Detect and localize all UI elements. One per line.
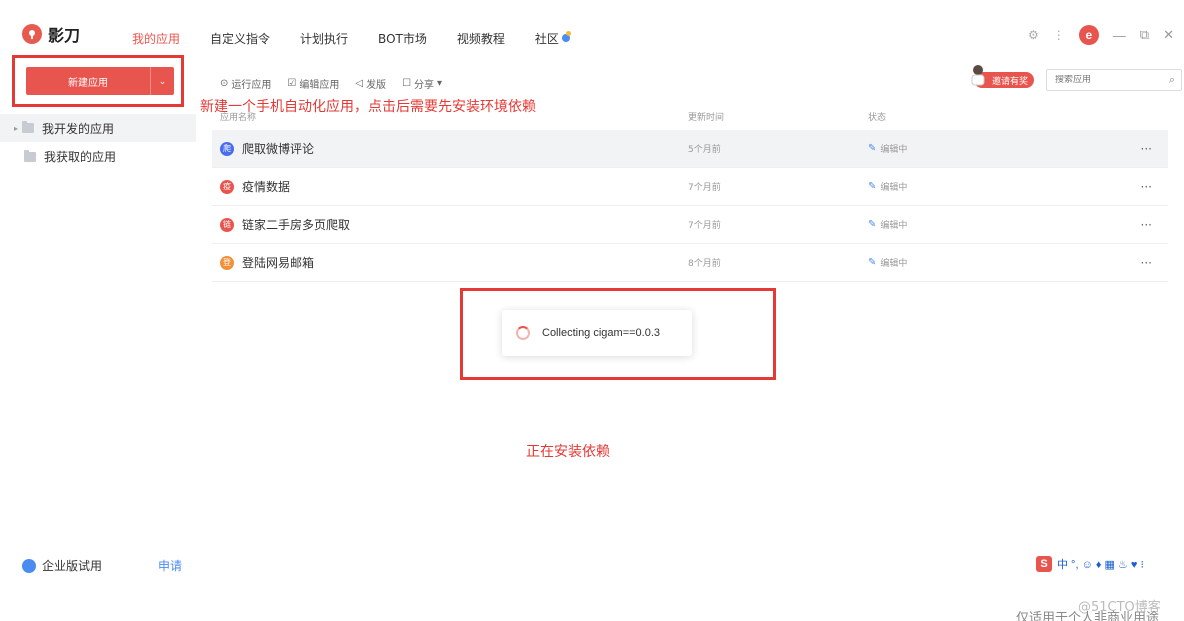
more-actions-icon[interactable]: ··· — [1118, 180, 1168, 194]
sidebar-item-my-obtained[interactable]: 我获取的应用 — [24, 148, 116, 165]
folder-icon — [22, 121, 35, 133]
more-actions-icon[interactable]: ··· — [1118, 256, 1168, 270]
share-button[interactable]: ☐ 分享 ▾ — [402, 76, 442, 91]
sidebar: 新建应用 ⌄ ▸ 我开发的应用 我获取的应用 — [0, 52, 196, 621]
enterprise-label: 企业版试用 — [42, 559, 103, 573]
status-cell: 编辑中 — [880, 183, 908, 193]
restore-button[interactable]: ⧉ — [1140, 27, 1149, 43]
search-box: ⌕ — [1046, 69, 1182, 91]
settings-gear-icon[interactable]: ⚙ — [1028, 28, 1039, 42]
sidebar-item-label: 我开发的应用 — [42, 121, 115, 136]
nav-community[interactable]: 社区 — [534, 30, 571, 47]
app-icon: 爬 — [220, 141, 234, 156]
status-cell: 编辑中 — [880, 221, 908, 231]
brand-logo-icon — [22, 24, 42, 44]
app-name-cell: 登陆网易邮箱 — [242, 256, 315, 270]
table-row[interactable]: 登登陆网易邮箱 8个月前 ✎ 编辑中 ··· — [212, 244, 1168, 282]
app-icon: 疫 — [220, 179, 234, 194]
header-time: 更新时间 — [688, 112, 725, 123]
enterprise-icon — [22, 558, 36, 573]
nav-community-label: 社区 — [534, 32, 559, 46]
share-icon: ☐ — [402, 78, 412, 89]
time-cell: 7个月前 — [688, 221, 721, 231]
caret-right-icon: ▸ — [14, 123, 19, 133]
header-name: 应用名称 — [220, 112, 257, 123]
nav-bot-market[interactable]: BOT市场 — [378, 30, 427, 47]
search-icon[interactable]: ⌕ — [1169, 74, 1175, 87]
app-name-cell: 爬取微博评论 — [242, 142, 315, 156]
table-row[interactable]: 链链家二手房多页爬取 7个月前 ✎ 编辑中 ··· — [212, 206, 1168, 244]
top-right-controls: ⚙ ⋮ e — ⧉ ✕ — [1028, 25, 1174, 45]
app-icon: 登 — [220, 255, 234, 270]
nav-schedule[interactable]: 计划执行 — [300, 30, 348, 47]
invite-label: 邀请有奖 — [992, 76, 1029, 87]
time-cell: 8个月前 — [688, 259, 721, 269]
publish-button[interactable]: ◁ 发版 — [355, 76, 386, 91]
run-app-label: 运行应用 — [231, 80, 272, 91]
app-name-cell: 链家二手房多页爬取 — [242, 218, 351, 232]
sidebar-item-label: 我获取的应用 — [44, 150, 117, 164]
status-cell: 编辑中 — [880, 145, 908, 155]
caret-down-icon: ▾ — [437, 78, 443, 89]
app-name: 影刀 — [48, 26, 81, 45]
ime-toolbar: S 中 °, ☺ ♦ ▦ ♨ ♥ ⁝ — [1036, 556, 1144, 572]
apply-link[interactable]: 申请 — [158, 557, 182, 574]
person-icon — [971, 65, 985, 86]
edit-app-button[interactable]: ☑ 编辑应用 — [287, 76, 339, 91]
more-actions-icon[interactable]: ··· — [1118, 142, 1168, 156]
nav-my-apps[interactable]: 我的应用 — [132, 30, 180, 47]
annotation-installing: 正在安装依赖 — [526, 444, 610, 460]
app-icon: 链 — [220, 217, 234, 232]
pencil-icon: ✎ — [868, 143, 877, 154]
close-button[interactable]: ✕ — [1163, 27, 1174, 43]
table-row[interactable]: 爬爬取微博评论 5个月前 ✎ 编辑中 ··· — [212, 130, 1168, 168]
main-content: ⊙运行应用 ☑编辑应用 ◁发版 ☐分享▾ 邀请有奖 ⌕ 新建一个手机自动化应用，… — [196, 52, 1184, 621]
pencil-icon: ✎ — [868, 181, 877, 192]
share-label: 分享 — [414, 80, 435, 91]
more-vertical-icon[interactable]: ⋮ — [1053, 28, 1065, 42]
table-row[interactable]: 疫疫情数据 7个月前 ✎ 编辑中 ··· — [212, 168, 1168, 206]
header-status: 状态 — [868, 112, 887, 123]
highlight-box-loading — [460, 288, 776, 380]
time-cell: 7个月前 — [688, 183, 721, 193]
sogou-ime-icon[interactable]: S — [1036, 556, 1052, 572]
app-name-cell: 疫情数据 — [242, 180, 291, 194]
sidebar-item-my-developed[interactable]: ▸ 我开发的应用 — [0, 114, 196, 142]
nav-video-tutorials[interactable]: 视频教程 — [457, 30, 505, 47]
time-cell: 5个月前 — [688, 145, 721, 155]
table-header: 应用名称 更新时间 状态 — [212, 102, 1168, 130]
apps-table: 应用名称 更新时间 状态 爬爬取微博评论 5个月前 ✎ 编辑中 ··· 疫疫情数据… — [212, 102, 1168, 282]
run-app-button[interactable]: ⊙ 运行应用 — [220, 76, 271, 91]
highlight-box-new-app — [12, 55, 184, 107]
status-cell: 编辑中 — [880, 259, 908, 269]
minimize-button[interactable]: — — [1113, 28, 1126, 43]
nav-custom-commands[interactable]: 自定义指令 — [210, 30, 270, 47]
pencil-icon: ✎ — [868, 219, 877, 230]
edit-app-label: 编辑应用 — [299, 80, 340, 91]
edit-icon: ☑ — [287, 78, 297, 89]
top-bar: 影刀 我的应用 自定义指令 计划执行 BOT市场 视频教程 社区 ⚙ ⋮ e —… — [0, 0, 1184, 52]
main-nav: 我的应用 自定义指令 计划执行 BOT市场 视频教程 社区 — [132, 30, 600, 47]
avatar[interactable]: e — [1078, 25, 1099, 45]
invite-badge[interactable]: 邀请有奖 — [971, 65, 1035, 88]
more-actions-icon[interactable]: ··· — [1118, 218, 1168, 232]
app-toolbar: ⊙ 运行应用 ☑ 编辑应用 ◁ 发版 ☐ 分享 ▾ — [220, 76, 442, 91]
folder-icon — [24, 149, 36, 162]
publish-label: 发版 — [366, 80, 387, 91]
enterprise-trial: 企业版试用 申请 — [22, 557, 192, 574]
watermark-usage: 仅适用于个人非商业用途 — [1016, 611, 1160, 621]
play-circle-icon: ⊙ — [220, 78, 229, 89]
search-input[interactable] — [1055, 75, 1155, 85]
brand: 影刀 — [22, 22, 80, 46]
pencil-icon: ✎ — [868, 257, 877, 268]
ime-status: 中 °, ☺ ♦ ▦ ♨ ♥ ⁝ — [1057, 559, 1144, 571]
send-icon: ◁ — [355, 78, 364, 89]
community-badge-icon — [561, 31, 571, 42]
